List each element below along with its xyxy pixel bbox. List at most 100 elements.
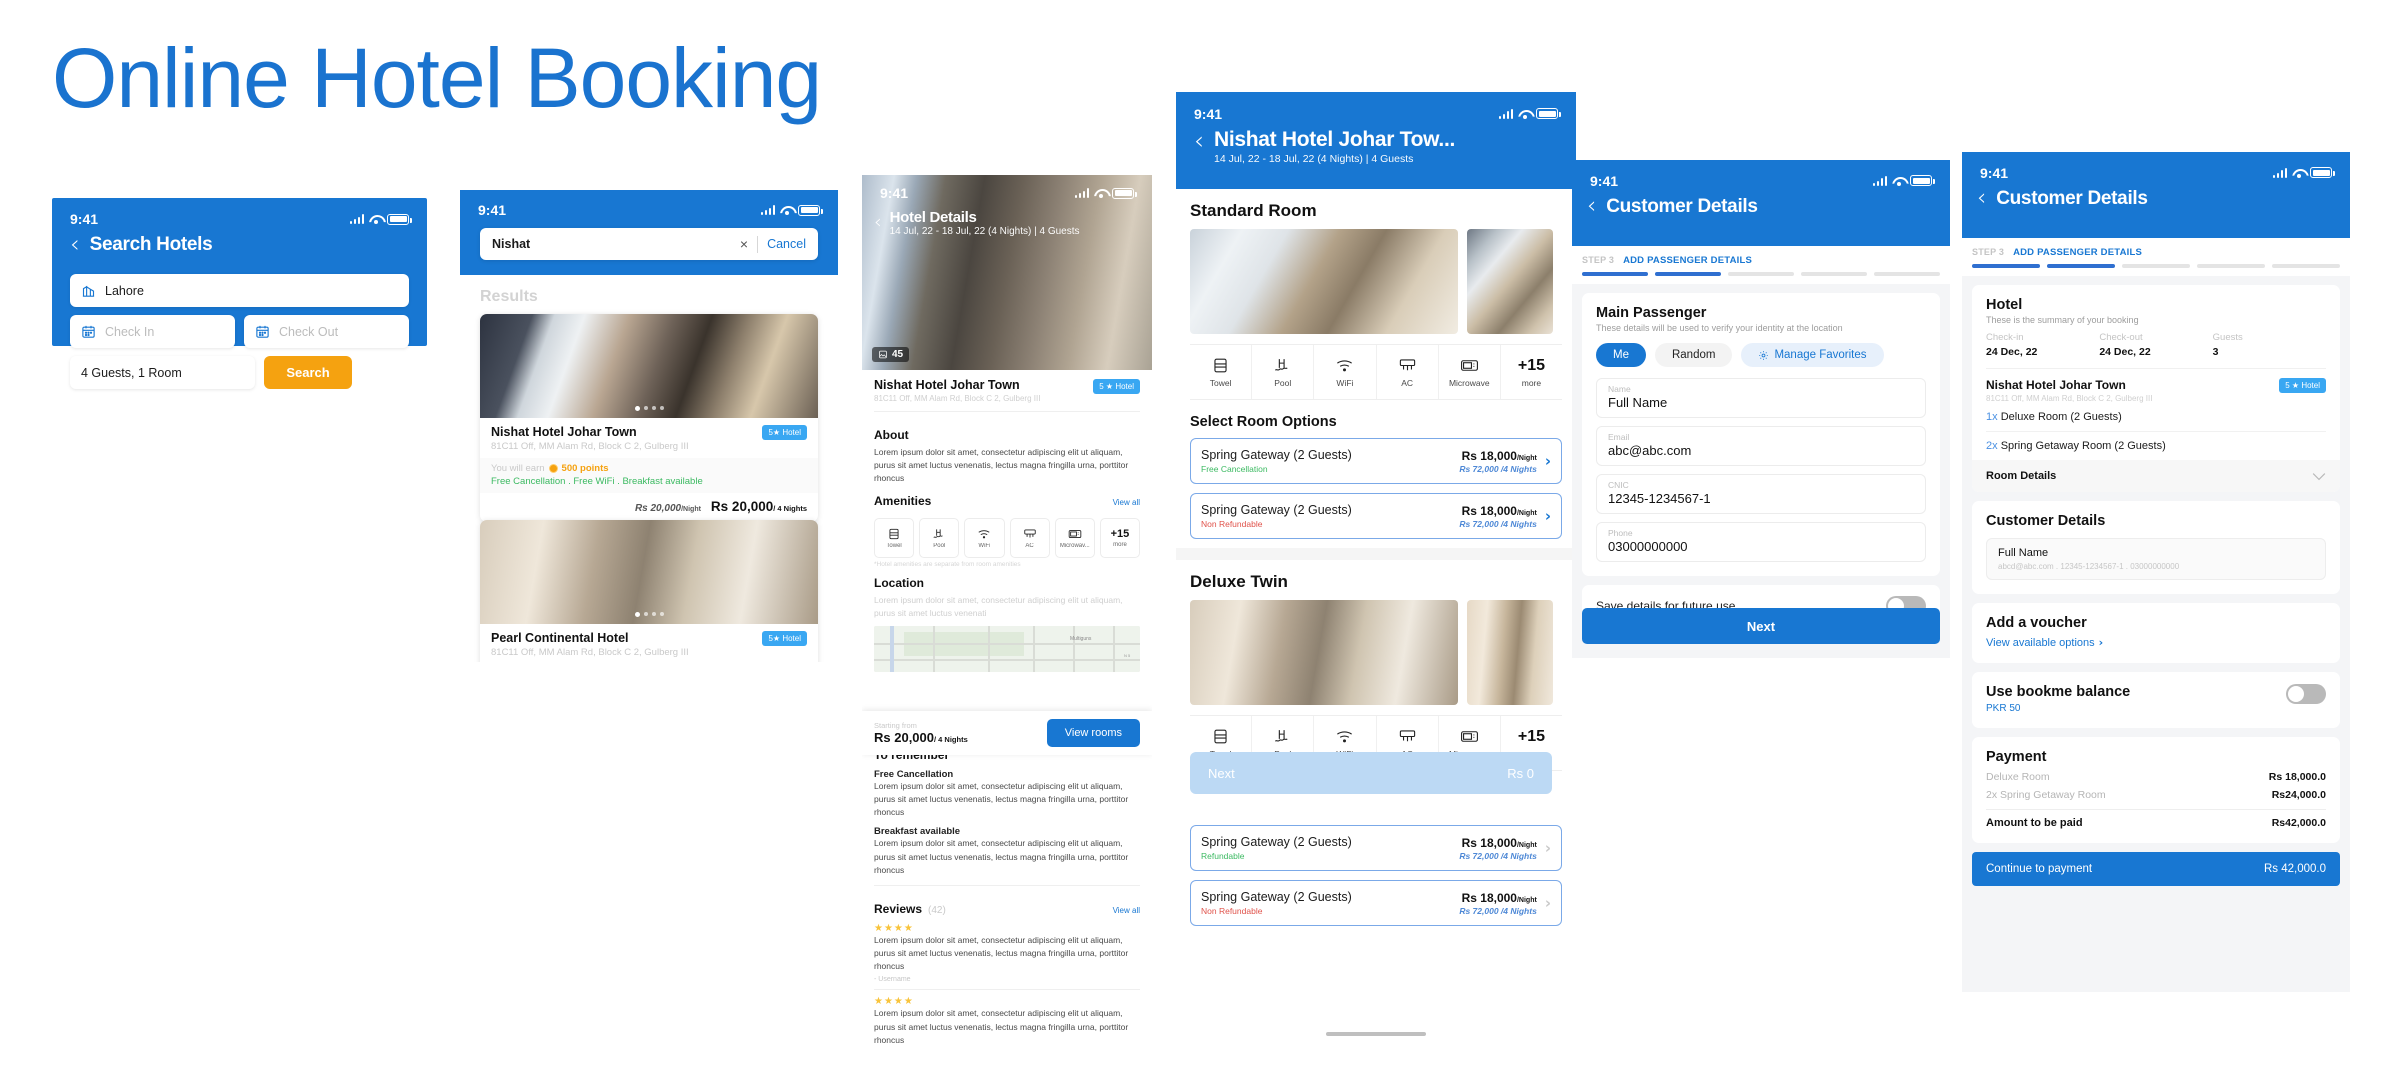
search-button[interactable]: Search: [264, 356, 352, 389]
room-photo-side[interactable]: [1467, 229, 1553, 334]
amenity-wifi[interactable]: WiFi: [1314, 345, 1377, 399]
hotel-photo[interactable]: [480, 520, 818, 624]
room-details-accordion[interactable]: Room Details: [1972, 460, 2340, 492]
city-value: Lahore: [105, 283, 144, 298]
room-option-pricecell: Rs 18,000/Night Rs 72,000 /4 Nights ›: [1459, 504, 1551, 529]
hotel-address: 81C11 Off, MM Alam Rd, Block C 2, Gulber…: [874, 394, 1041, 403]
balance-toggle[interactable]: [2286, 684, 2326, 704]
amenity-towel[interactable]: Towel: [1190, 345, 1253, 399]
view-all-reviews[interactable]: View all: [1113, 906, 1140, 915]
email-field[interactable]: Email abc@abc.com: [1596, 426, 1926, 466]
amenity-more[interactable]: +15 more: [1099, 517, 1141, 558]
city-input[interactable]: Lahore: [70, 274, 409, 307]
wifi-icon: [978, 529, 990, 538]
step-indicator: STEP 3 ADD PASSENGER DETAILS: [1572, 246, 1950, 284]
select-room-options-title: Select Room Options: [1190, 414, 1337, 430]
amenity-more[interactable]: +15 more: [1501, 345, 1562, 399]
payment-total-key: Amount to be paid: [1986, 817, 2083, 829]
back-icon[interactable]: ‹: [1194, 128, 1204, 153]
microwave-icon: [1460, 360, 1478, 371]
room-photo-main[interactable]: [1190, 600, 1458, 705]
amenity-pool[interactable]: Pool: [919, 517, 960, 558]
map-preview[interactable]: Multiguns N 5: [874, 625, 1140, 672]
back-icon[interactable]: ‹: [1587, 194, 1596, 218]
wifi-icon: [1337, 360, 1353, 372]
perks-text: Free Cancellation . Free WiFi . Breakfas…: [491, 476, 703, 487]
status-time: 9:41: [478, 202, 507, 218]
chevron-right-icon[interactable]: ›: [1545, 507, 1551, 525]
status-bar: 9:41: [460, 190, 838, 222]
room-option-row[interactable]: Spring Gateway (2 Guests) Refundable Rs …: [1190, 825, 1562, 871]
view-all-amenities[interactable]: View all: [1113, 498, 1140, 507]
hotel-photo[interactable]: [480, 314, 818, 418]
nav-subtitle: 14 Jul, 22 - 18 Jul, 22 (4 Nights) | 4 G…: [889, 226, 1080, 237]
back-icon[interactable]: ‹: [874, 212, 882, 232]
signal-icon: [2272, 167, 2287, 178]
search-bar[interactable]: Nishat × Cancel: [480, 228, 818, 260]
chevron-right-icon[interactable]: ›: [1545, 452, 1551, 470]
photo-count-badge[interactable]: 45: [872, 347, 910, 362]
amenity-pool[interactable]: Pool: [1252, 345, 1315, 399]
chip-manage-favorites[interactable]: Manage Favorites: [1741, 343, 1884, 367]
clear-icon[interactable]: ×: [740, 236, 748, 252]
status-bar: 9:41: [1572, 160, 1950, 192]
back-icon[interactable]: ‹: [70, 232, 80, 256]
chevron-right-icon[interactable]: ›: [1545, 894, 1551, 912]
balance-textblock: Use bookme balance PKR 50: [1986, 684, 2130, 714]
summary-key: Check-out: [2099, 332, 2143, 343]
amenity-ac[interactable]: AC: [1009, 517, 1050, 558]
earn-prefix: You will earn: [491, 463, 545, 474]
summary-key: Guests: [2212, 332, 2243, 343]
amenity-towel[interactable]: Towel: [874, 517, 915, 558]
amenity-more-count: +15: [1517, 727, 1546, 745]
to-remember-section: To remember Free Cancellation Lorem ipsu…: [862, 740, 1152, 877]
cnic-field[interactable]: CNIC 12345-1234567-1: [1596, 474, 1926, 514]
search-input[interactable]: Nishat: [492, 237, 740, 251]
field-label: CNIC: [1608, 480, 1629, 490]
amenity-microwave[interactable]: Microwave: [1439, 345, 1501, 399]
back-icon[interactable]: ‹: [1977, 186, 1986, 210]
checkout-input[interactable]: Check Out: [244, 315, 409, 348]
nav-bar: ‹ Hotel Details 14 Jul, 22 - 18 Jul, 22 …: [862, 205, 1152, 237]
customer-box[interactable]: Full Name abcd@abc.com . 12345-1234567-1…: [1986, 538, 2326, 580]
room-option-row[interactable]: Spring Gateway (2 Guests) Non Refundable…: [1190, 880, 1562, 926]
nav-titleblock: Hotel Details 14 Jul, 22 - 18 Jul, 22 (4…: [890, 209, 1080, 237]
carousel-dots[interactable]: [480, 612, 818, 617]
amenity-ac[interactable]: AC: [1377, 345, 1439, 399]
battery-icon: [2310, 167, 2335, 178]
hotel-card[interactable]: Nishat Hotel Johar Town 81C11 Off, MM Al…: [480, 314, 818, 522]
room-gallery[interactable]: [1176, 600, 1576, 705]
next-button[interactable]: Next: [1582, 608, 1940, 644]
location-text: Lorem ipsum dolor sit amet, consectetur …: [874, 594, 1123, 618]
cancel-button[interactable]: Cancel: [767, 237, 806, 251]
next-button[interactable]: Next Rs 0: [1190, 752, 1552, 794]
room-option-row[interactable]: Spring Gateway (2 Guests) Free Cancellat…: [1190, 438, 1562, 484]
chip-random[interactable]: Random: [1654, 343, 1733, 367]
payment-total-value: Rs42,000.0: [2271, 817, 2326, 829]
guests-input[interactable]: 4 Guests, 1 Room: [70, 356, 255, 389]
phone-field[interactable]: Phone 03000000000: [1596, 522, 1926, 562]
hotel-card[interactable]: Pearl Continental Hotel 81C11 Off, MM Al…: [480, 520, 818, 662]
amenity-wifi[interactable]: WiFi: [964, 517, 1005, 558]
battery-icon: [1112, 187, 1137, 199]
room-gallery[interactable]: [1176, 229, 1576, 334]
balance-value: PKR 50: [1986, 703, 2021, 714]
signal-icon: [760, 205, 775, 215]
voucher-link[interactable]: View available options ›: [1986, 636, 2326, 649]
room-option-pricecell: Rs 18,000/Night Rs 72,000 /4 Nights ›: [1459, 449, 1551, 474]
chip-me[interactable]: Me: [1596, 343, 1646, 367]
continue-to-payment-button[interactable]: Continue to payment Rs 42,000.0: [1972, 852, 2340, 886]
room-photo-side[interactable]: [1467, 600, 1553, 705]
screen-booking-summary: 9:41 ‹ Customer Details STEP 3 ADD PASSE…: [1962, 152, 2350, 992]
main-passenger-title: Main Passenger: [1596, 305, 1707, 321]
hero-photo[interactable]: 9:41 ‹ Hotel Details 14 Jul, 22 - 18 Jul…: [862, 175, 1152, 370]
carousel-dots[interactable]: [480, 406, 818, 411]
chevron-right-icon[interactable]: ›: [1545, 839, 1551, 857]
amenity-microwave[interactable]: Microwav...: [1054, 517, 1095, 558]
name-field[interactable]: Name Full Name: [1596, 378, 1926, 418]
room-option-row[interactable]: Spring Gateway (2 Guests) Non Refundable…: [1190, 493, 1562, 539]
room-photo-main[interactable]: [1190, 229, 1458, 334]
view-rooms-button[interactable]: View rooms: [1046, 719, 1140, 747]
room-type-title: Deluxe Twin: [1190, 572, 1288, 591]
checkin-input[interactable]: Check In: [70, 315, 235, 348]
